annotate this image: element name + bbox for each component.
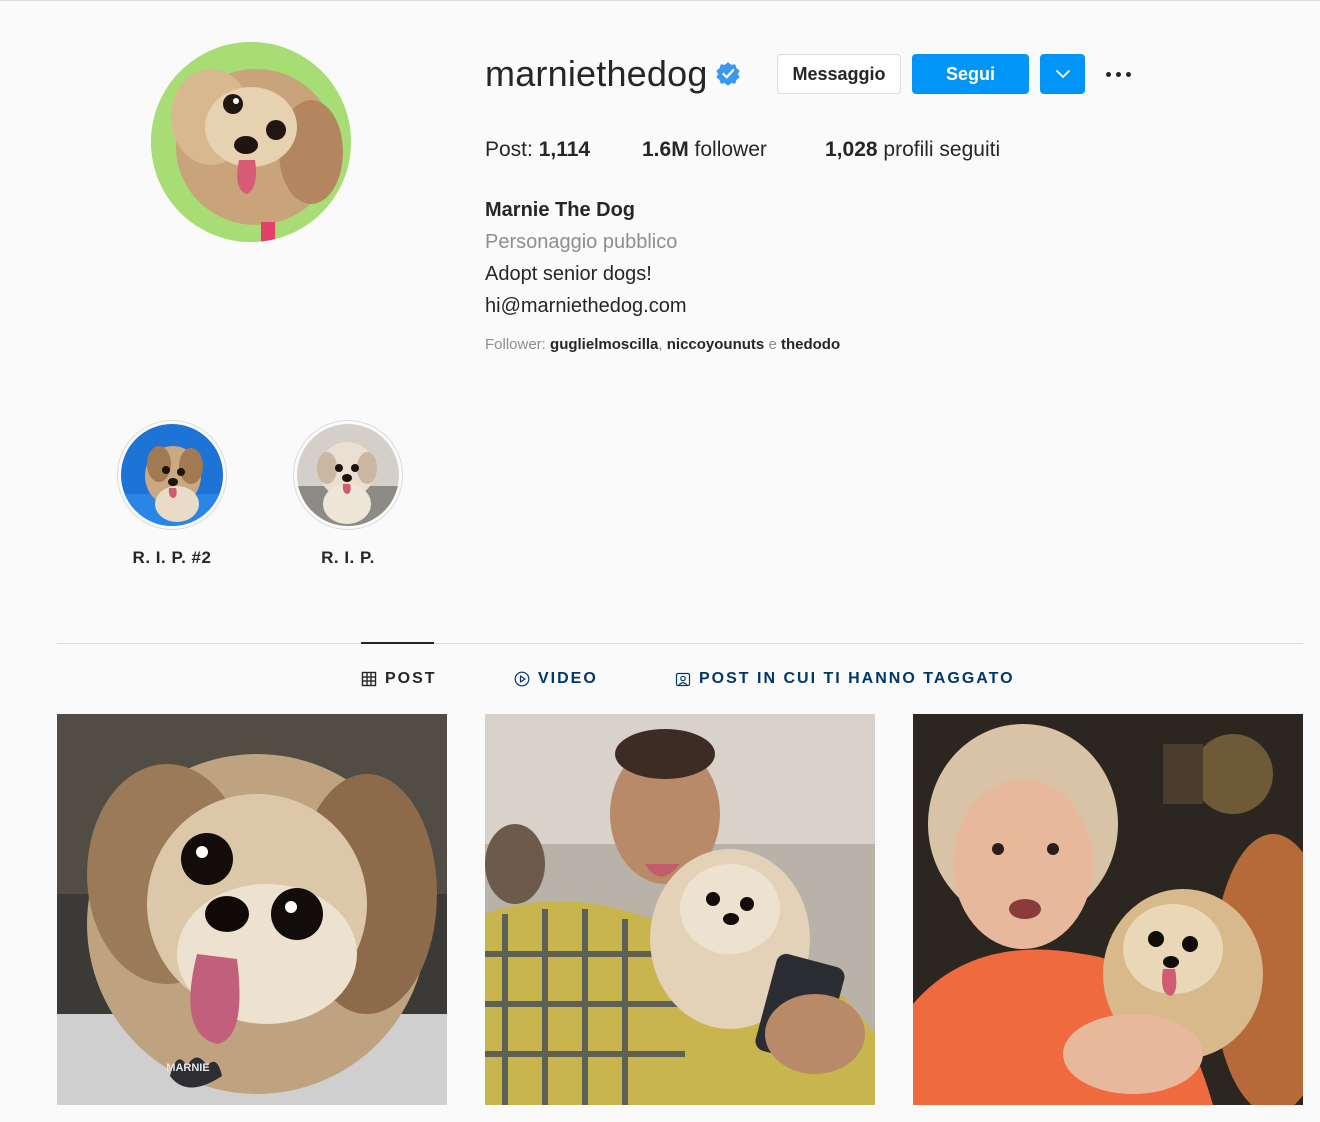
followers-label: follower bbox=[694, 138, 767, 161]
profile-bio: Marnie The Dog Personaggio pubblico Adop… bbox=[485, 194, 687, 322]
followers-value: 1.6M bbox=[642, 138, 689, 161]
following-value: 1,028 bbox=[825, 138, 878, 161]
tabs-divider bbox=[57, 643, 1303, 644]
post-thumbnail[interactable] bbox=[913, 714, 1303, 1105]
chevron-down-icon bbox=[1055, 70, 1070, 78]
separator: , bbox=[658, 336, 663, 353]
verified-badge-icon bbox=[716, 62, 740, 86]
following-label: profili seguiti bbox=[883, 138, 1001, 161]
top-border bbox=[0, 0, 1320, 1]
dot bbox=[1126, 71, 1131, 77]
highlight-ring[interactable] bbox=[293, 420, 403, 530]
posts-label: Post: bbox=[485, 138, 533, 161]
follow-button[interactable]: Segui bbox=[912, 54, 1029, 94]
dot bbox=[1116, 71, 1121, 77]
highlight-cover bbox=[121, 424, 223, 526]
post-thumbnail[interactable] bbox=[485, 714, 875, 1105]
tab-label: POST bbox=[385, 670, 437, 687]
followed-by: Follower: guglielmoscilla, niccoyounuts … bbox=[485, 336, 840, 353]
tab-label: VIDEO bbox=[538, 670, 598, 687]
tab-label: POST IN CUI TI HANNO TAGGATO bbox=[699, 670, 1015, 687]
followed-by-user[interactable]: thedodo bbox=[781, 336, 840, 353]
posts-count: Post: 1,114 bbox=[485, 136, 590, 164]
post-thumbnail[interactable]: MARNIE bbox=[57, 714, 447, 1105]
profile-username: marniethedog bbox=[485, 53, 708, 94]
followers-count[interactable]: 1.6M follower bbox=[642, 136, 767, 164]
tab-posts[interactable]: POST bbox=[361, 668, 437, 690]
story-highlight[interactable]: R. I. P. #2 bbox=[102, 420, 242, 568]
profile-category: Personaggio pubblico bbox=[485, 231, 678, 253]
message-button[interactable]: Messaggio bbox=[777, 54, 901, 94]
conjunction: e bbox=[768, 336, 777, 353]
bio-line: Adopt senior dogs! bbox=[485, 263, 652, 285]
followed-by-user[interactable]: niccoyounuts bbox=[667, 336, 765, 353]
tab-tagged[interactable]: POST IN CUI TI HANNO TAGGATO bbox=[675, 668, 1015, 690]
highlight-cover bbox=[297, 424, 399, 526]
play-icon bbox=[514, 671, 530, 687]
grid-icon bbox=[361, 671, 377, 687]
tab-video[interactable]: VIDEO bbox=[514, 668, 598, 690]
following-count[interactable]: 1,028 profili seguiti bbox=[825, 136, 1000, 164]
highlight-label: R. I. P. bbox=[321, 548, 375, 567]
highlight-label: R. I. P. #2 bbox=[132, 548, 212, 567]
followed-by-label: Follower: bbox=[485, 336, 546, 353]
bio-email: hi@marniethedog.com bbox=[485, 295, 687, 317]
active-tab-indicator bbox=[361, 642, 434, 644]
posts-value: 1,114 bbox=[538, 138, 591, 161]
profile-full-name: Marnie The Dog bbox=[485, 199, 636, 221]
more-options-icon[interactable] bbox=[1106, 64, 1140, 84]
profile-avatar[interactable] bbox=[151, 42, 351, 242]
tagged-icon bbox=[675, 672, 691, 687]
dot bbox=[1106, 71, 1111, 77]
story-highlight[interactable]: R. I. P. bbox=[278, 420, 418, 568]
suggested-dropdown-button[interactable] bbox=[1040, 54, 1085, 94]
highlight-ring[interactable] bbox=[117, 420, 227, 530]
post-tag-text: MARNIE bbox=[166, 1062, 210, 1074]
followed-by-user[interactable]: guglielmoscilla bbox=[550, 336, 658, 353]
